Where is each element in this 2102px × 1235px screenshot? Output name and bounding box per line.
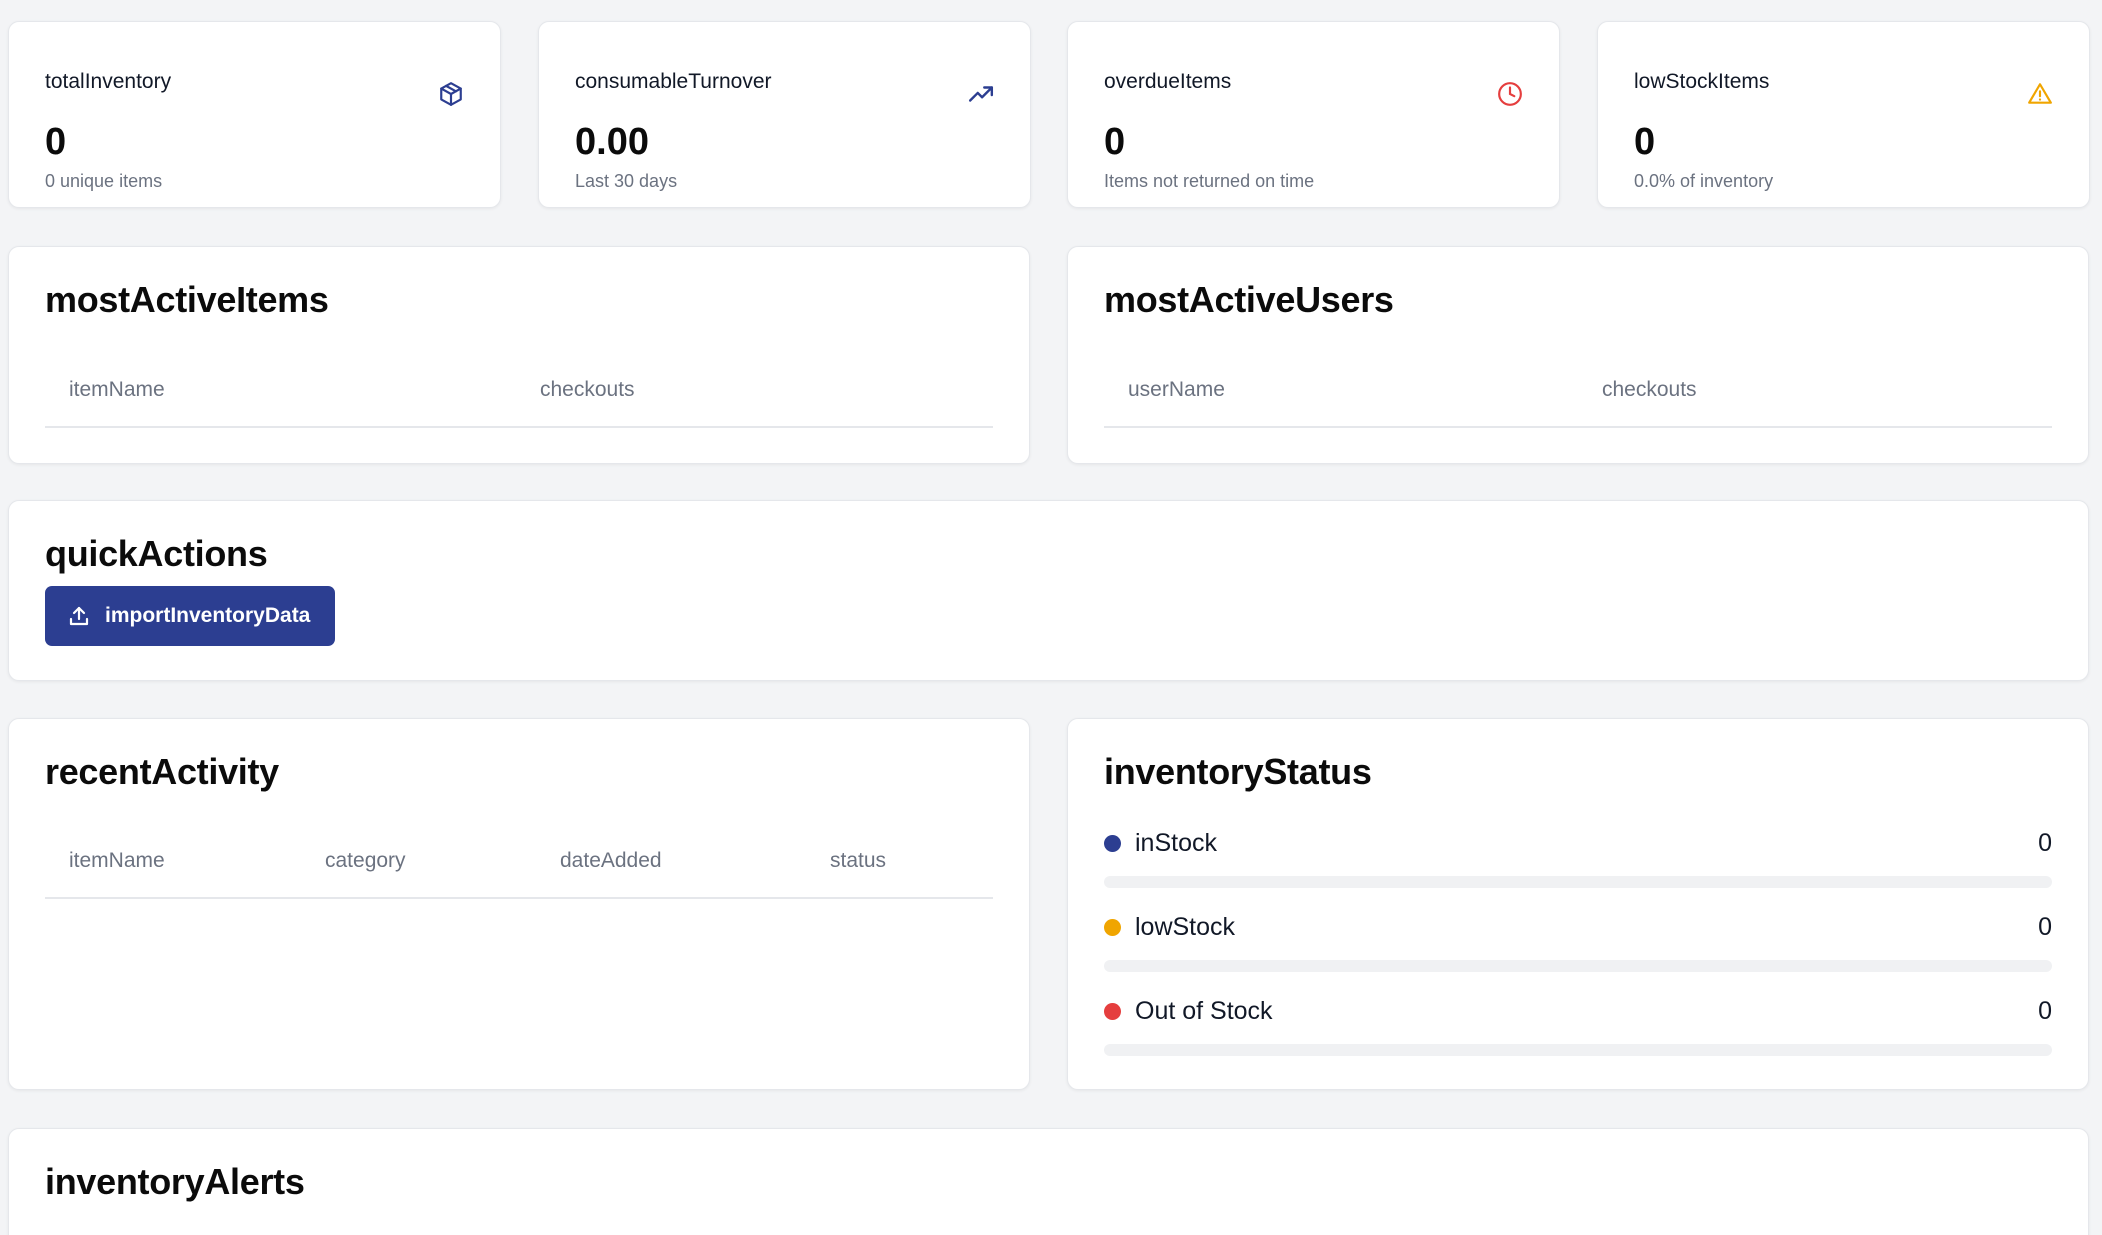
status-label: inStock xyxy=(1135,828,1217,857)
clock-icon xyxy=(1498,82,1522,106)
quick-actions-card: quickActions importInventoryData xyxy=(8,500,2089,681)
column-header-date-added[interactable]: dateAdded xyxy=(560,849,662,873)
column-header-category[interactable]: category xyxy=(325,849,406,873)
status-dot xyxy=(1104,1002,1121,1020)
status-bar-in-stock xyxy=(1104,876,2052,888)
column-header-status[interactable]: status xyxy=(830,849,886,873)
stat-title: consumableTurnover xyxy=(575,70,772,93)
status-dot xyxy=(1104,918,1121,936)
column-header-item-name[interactable]: itemName xyxy=(69,378,165,402)
section-title: mostActiveItems xyxy=(45,279,329,320)
status-row-in-stock: inStock 0 xyxy=(1104,828,2052,858)
column-header-checkouts[interactable]: checkouts xyxy=(1602,378,1697,402)
stat-card-total-inventory: totalInventory 0 0 unique items xyxy=(8,21,501,208)
status-count: 0 xyxy=(2038,828,2052,857)
import-button-label: importInventoryData xyxy=(105,604,311,627)
box-icon xyxy=(440,82,462,106)
column-header-item-name[interactable]: itemName xyxy=(69,849,165,873)
recent-activity-card: recentActivity itemName category dateAdd… xyxy=(8,718,1030,1090)
stat-value: 0 xyxy=(45,121,67,163)
stat-title: lowStockItems xyxy=(1634,70,1770,93)
section-title: inventoryAlerts xyxy=(45,1161,305,1202)
stat-value: 0 xyxy=(1104,121,1126,163)
table-header-divider xyxy=(45,897,993,899)
status-count: 0 xyxy=(2038,996,2052,1025)
stat-card-consumable-turnover: consumableTurnover 0.00 Last 30 days xyxy=(538,21,1031,208)
status-label: lowStock xyxy=(1135,912,1236,941)
column-header-checkouts[interactable]: checkouts xyxy=(540,378,635,402)
most-active-users-card: mostActiveUsers userName checkouts xyxy=(1067,246,2089,464)
section-title: recentActivity xyxy=(45,751,279,792)
inventory-status-card: inventoryStatus inStock 0 lowStock 0 Out… xyxy=(1067,718,2089,1090)
stat-subtitle: Items not returned on time xyxy=(1104,171,1315,191)
section-title: mostActiveUsers xyxy=(1104,279,1394,320)
stat-value: 0.00 xyxy=(575,121,649,163)
dashboard: totalInventory 0 0 unique items consumab… xyxy=(0,0,2102,1235)
status-bar-out-of-stock xyxy=(1104,1044,2052,1056)
section-title: inventoryStatus xyxy=(1104,751,1372,792)
upload-icon xyxy=(69,606,89,626)
trending-up-icon xyxy=(968,86,994,102)
inventory-alerts-card: inventoryAlerts xyxy=(8,1128,2089,1235)
most-active-items-card: mostActiveItems itemName checkouts xyxy=(8,246,1030,464)
status-bar-low-stock xyxy=(1104,960,2052,972)
warning-icon xyxy=(2028,83,2052,104)
status-row-out-of-stock: Out of Stock 0 xyxy=(1104,996,2052,1026)
table-header-divider xyxy=(1104,426,2052,428)
stat-subtitle: 0.0% of inventory xyxy=(1634,171,1774,191)
section-title: quickActions xyxy=(45,533,268,574)
status-label: Out of Stock xyxy=(1135,996,1273,1025)
status-count: 0 xyxy=(2038,912,2052,941)
stat-subtitle: 0 unique items xyxy=(45,171,163,191)
stat-title: totalInventory xyxy=(45,70,172,93)
status-dot xyxy=(1104,834,1121,852)
column-header-user-name[interactable]: userName xyxy=(1128,378,1225,402)
table-header-divider xyxy=(45,426,993,428)
stat-title: overdueItems xyxy=(1104,70,1232,93)
import-inventory-data-button[interactable]: importInventoryData xyxy=(45,586,335,646)
stat-card-low-stock-items: lowStockItems 0 0.0% of inventory xyxy=(1597,21,2090,208)
stat-value: 0 xyxy=(1634,121,1656,163)
status-row-low-stock: lowStock 0 xyxy=(1104,912,2052,942)
stat-subtitle: Last 30 days xyxy=(575,171,678,191)
stat-card-overdue-items: overdueItems 0 Items not returned on tim… xyxy=(1067,21,1560,208)
